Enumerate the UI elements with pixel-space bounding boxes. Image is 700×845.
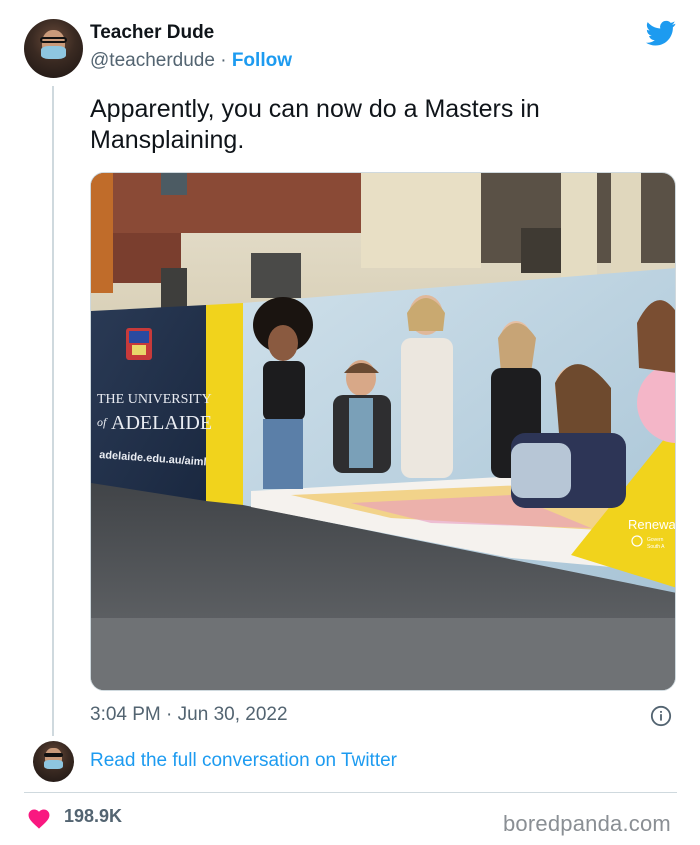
info-icon[interactable] <box>650 705 672 727</box>
tweet-photo[interactable]: THE UNIVERSITY of ADELAIDE adelaide.edu.… <box>90 172 676 691</box>
banner-corner-text: Renewa <box>628 517 676 532</box>
thread-line <box>52 86 54 736</box>
read-full-conversation-link[interactable]: Read the full conversation on Twitter <box>90 750 397 772</box>
like-count: 198.9K <box>64 806 123 826</box>
tweet-timestamp[interactable]: 3:04 PM · Jun 30, 2022 <box>90 704 288 726</box>
banner-university-line2: ADELAIDE <box>111 412 212 434</box>
banner-corner-small1: Govern <box>647 537 664 543</box>
handle-separator: · <box>220 50 227 71</box>
author-avatar[interactable] <box>24 19 83 78</box>
author-name[interactable]: Teacher Dude <box>90 22 214 44</box>
reply-avatar[interactable] <box>33 741 74 782</box>
avatar-glasses <box>39 36 68 43</box>
twitter-bird-icon[interactable] <box>644 18 678 48</box>
footer-divider <box>24 792 677 793</box>
avatar-mask <box>44 759 63 769</box>
tweet-date: Jun 30, 2022 <box>177 704 288 725</box>
author-handle-row: @teacherdude · Follow <box>90 50 292 72</box>
avatar-mask <box>40 46 67 60</box>
boredpanda-watermark: boredpanda.com <box>503 811 671 836</box>
banner-corner-small2: South A <box>647 544 665 550</box>
timestamp-separator: · <box>166 704 173 725</box>
tweet-text: Apparently, you can now do a Masters in … <box>90 95 540 154</box>
tweet-time: 3:04 PM <box>90 704 161 725</box>
follow-button[interactable]: Follow <box>232 50 292 71</box>
heart-icon[interactable] <box>28 809 50 829</box>
avatar-glasses <box>44 753 63 758</box>
photo-illustration: THE UNIVERSITY of ADELAIDE adelaide.edu.… <box>91 173 676 690</box>
author-handle[interactable]: @teacherdude <box>90 50 215 71</box>
banner-university-line1: THE UNIVERSITY <box>97 392 212 407</box>
